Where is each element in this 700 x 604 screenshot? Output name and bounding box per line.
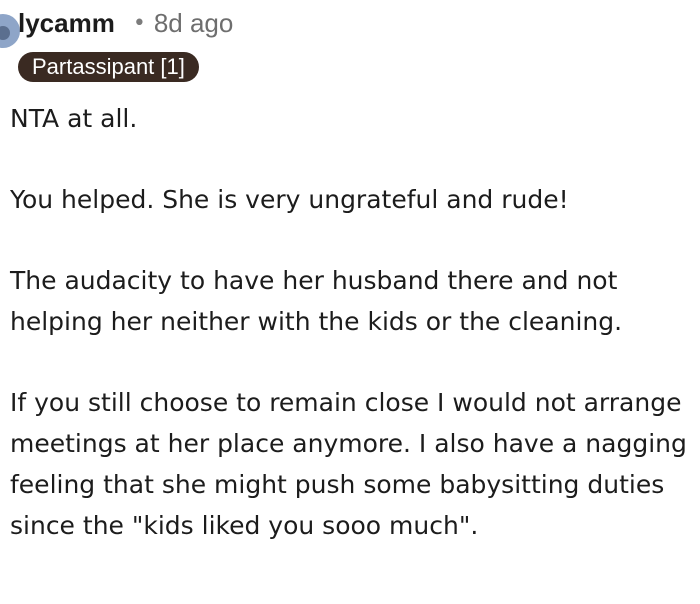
comment-paragraph: If you still choose to remain close I wo… — [10, 388, 687, 540]
username-link[interactable]: lycamm — [18, 8, 115, 39]
user-flair-badge: Partassipant [1] — [18, 52, 199, 82]
comment-body: NTA at all. You helped. She is very ungr… — [10, 98, 696, 546]
comment-paragraph: The audacity to have her husband there a… — [10, 266, 623, 336]
comment-paragraph: NTA at all. — [10, 104, 138, 133]
separator-dot: • — [132, 10, 146, 36]
comment-paragraph: You helped. She is very ungrateful and r… — [10, 185, 569, 214]
avatar[interactable] — [0, 14, 20, 48]
comment-header: lycamm • 8d ago — [18, 6, 233, 40]
avatar-icon — [0, 26, 10, 40]
timestamp[interactable]: 8d ago — [154, 8, 234, 39]
